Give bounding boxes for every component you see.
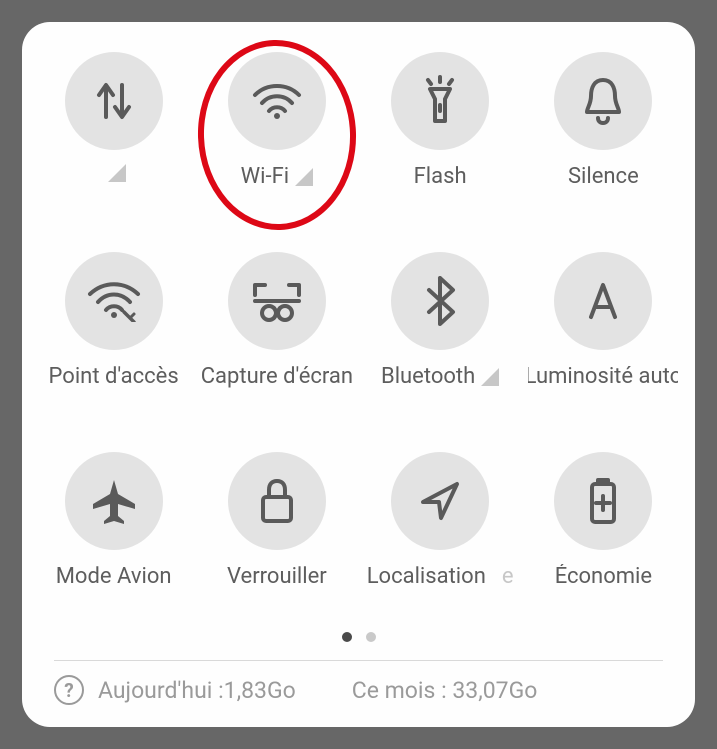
bluetooth-icon	[423, 276, 457, 326]
tile-circle	[65, 52, 163, 150]
tile-label-row: Luminosité auto	[528, 364, 678, 389]
tile-hotspot[interactable]: Point d'accès	[32, 252, 195, 404]
tile-circle	[65, 452, 163, 550]
data-arrows-icon	[92, 77, 136, 125]
data-today-label: Aujourd'hui :1,83Go	[98, 677, 296, 704]
tile-circle	[65, 252, 163, 350]
divider	[54, 660, 663, 661]
signal-indicator-icon	[481, 368, 499, 386]
tile-label-row	[102, 164, 126, 182]
battery-icon	[586, 476, 620, 526]
page-dot-active	[342, 632, 352, 642]
wifi-icon	[251, 81, 303, 121]
tile-label-row: Silence	[568, 164, 639, 189]
tile-label-row: Wi-Fi	[241, 164, 313, 189]
page-indicator	[22, 632, 695, 642]
tile-label-row: Capture d'écran	[202, 364, 352, 389]
tile-label-row: Verrouiller	[227, 564, 327, 589]
tile-circle	[391, 252, 489, 350]
tile-location[interactable]: Localisation e	[359, 452, 522, 604]
tile-circle	[228, 252, 326, 350]
letter-a-icon	[581, 279, 625, 323]
hotspot-icon	[86, 280, 142, 322]
tile-label: Verrouiller	[227, 564, 327, 589]
tile-circle	[228, 452, 326, 550]
tile-mobile-data[interactable]	[32, 52, 195, 204]
tile-label: Silence	[568, 164, 639, 189]
tile-label: Point d'accès	[49, 364, 179, 389]
tile-bluetooth[interactable]: Bluetooth	[359, 252, 522, 404]
lock-icon	[257, 477, 297, 525]
data-usage-footer[interactable]: ? Aujourd'hui :1,83Go Ce mois : 33,07Go	[22, 675, 695, 705]
tile-silence[interactable]: Silence	[522, 52, 685, 204]
tile-label: Mode Avion	[56, 564, 172, 589]
tiles-grid: Wi-Fi Flash	[22, 52, 695, 604]
tile-airplane-mode[interactable]: Mode Avion	[32, 452, 195, 604]
screenshot-icon	[251, 279, 303, 323]
quick-settings-panel: Wi-Fi Flash	[22, 22, 695, 727]
data-month-label: Ce mois : 33,07Go	[352, 677, 538, 704]
tile-lock[interactable]: Verrouiller	[195, 452, 358, 604]
tile-circle	[554, 252, 652, 350]
tile-battery-saver[interactable]: Économie	[522, 452, 685, 604]
tile-label-extra: e	[502, 564, 514, 589]
tile-flash[interactable]: Flash	[359, 52, 522, 204]
tile-label: Luminosité auto	[528, 364, 678, 389]
tile-circle	[391, 452, 489, 550]
tile-label-row: Économie	[555, 564, 652, 589]
tile-circle	[554, 452, 652, 550]
airplane-icon	[89, 476, 139, 526]
signal-indicator-icon	[108, 164, 126, 182]
navigation-icon	[417, 478, 463, 524]
tile-label: Flash	[414, 164, 467, 189]
tile-screenshot[interactable]: Capture d'écran	[195, 252, 358, 404]
tile-label: Wi-Fi	[241, 164, 289, 189]
flashlight-icon	[418, 75, 462, 127]
tile-label-row: Localisation e	[367, 564, 514, 589]
tile-label-row: Point d'accès	[49, 364, 179, 389]
tile-circle	[554, 52, 652, 150]
tile-label: Économie	[555, 564, 652, 589]
tile-label-row: Bluetooth	[381, 364, 499, 389]
tile-label-row: Flash	[414, 164, 467, 189]
tile-circle	[391, 52, 489, 150]
bell-icon	[581, 76, 625, 126]
tile-label: Capture d'écran	[202, 364, 352, 389]
tile-auto-brightness[interactable]: Luminosité auto	[522, 252, 685, 404]
tile-wifi[interactable]: Wi-Fi	[195, 52, 358, 204]
tile-label: Localisation	[367, 564, 486, 589]
page-dot	[366, 632, 376, 642]
tile-label-row: Mode Avion	[56, 564, 172, 589]
signal-indicator-icon	[295, 168, 313, 186]
tile-circle	[228, 52, 326, 150]
tile-label: Bluetooth	[381, 364, 475, 389]
help-icon: ?	[54, 675, 84, 705]
